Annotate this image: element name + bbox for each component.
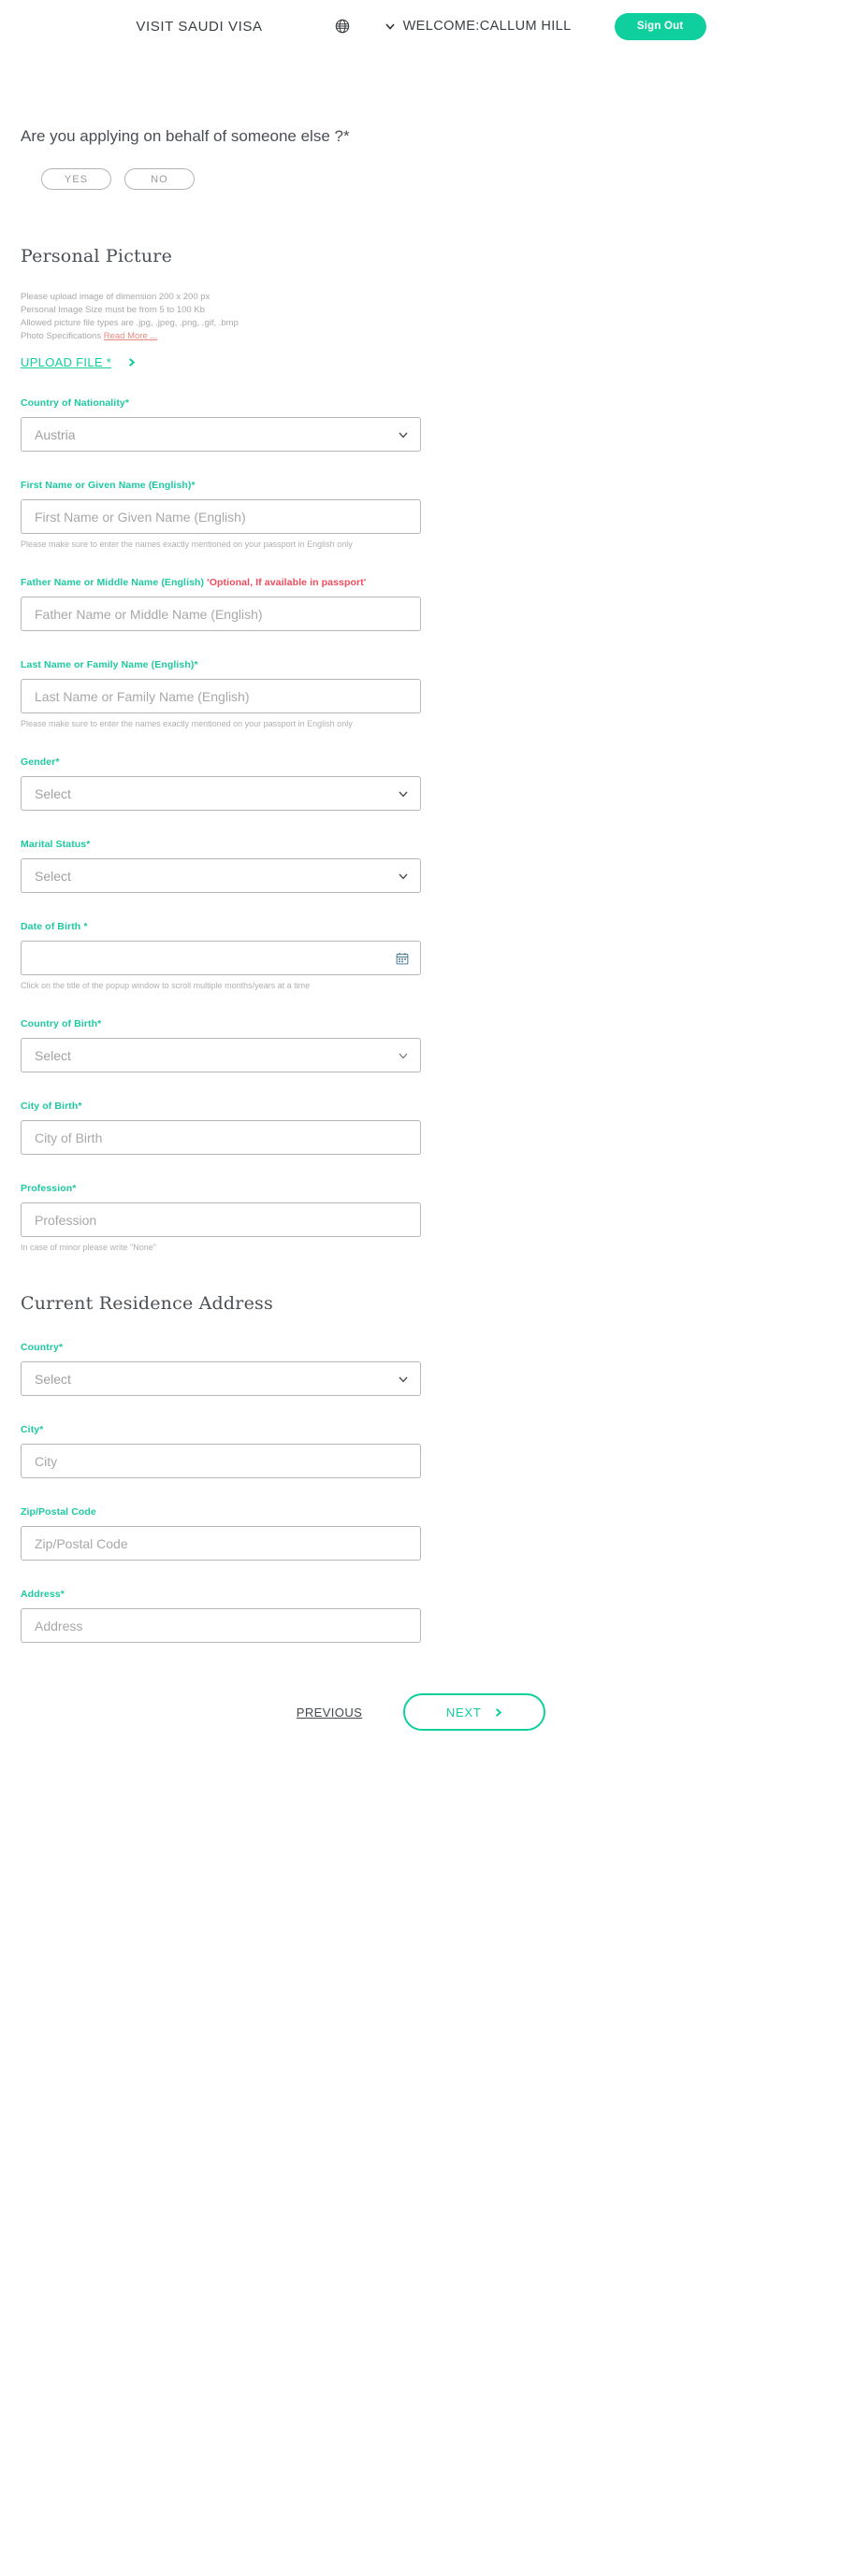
chevron-right-icon [495, 1707, 501, 1717]
chevron-down-icon [399, 791, 408, 798]
globe-icon [335, 19, 349, 34]
field-address: Address* Address [21, 1589, 750, 1644]
country-of-nationality-label: Country of Nationality* [21, 397, 130, 410]
country-of-nationality-select[interactable]: Austria [21, 417, 421, 453]
father-name-label-main: Father Name or Middle Name (English) [21, 577, 208, 589]
form-navigation: PREVIOUS NEXT [0, 1693, 842, 1732]
field-zip-postal-code: Zip/Postal Code Zip/Postal Code [21, 1506, 750, 1561]
first-name-helper: Please make sure to enter the names exac… [21, 540, 353, 550]
chevron-down-icon [385, 23, 395, 30]
father-name-optional-note: 'Optional, If available in passport' [207, 577, 367, 589]
first-name-label: First Name or Given Name (English)* [21, 480, 196, 492]
address-label: Address* [21, 1589, 65, 1601]
behalf-no-button[interactable]: NO [124, 168, 195, 190]
application-form: Are you applying on behalf of someone el… [0, 127, 842, 1732]
welcome-label: WELCOME:CALLUM HILL [402, 19, 572, 34]
next-button-label: NEXT [445, 1705, 482, 1720]
sign-out-button[interactable]: Sign Out [614, 12, 706, 40]
residence-country-label: Country* [21, 1342, 64, 1354]
photo-hint-specs: Photo Specifications Read More ... [21, 330, 750, 343]
chevron-down-icon [399, 1053, 408, 1059]
marital-status-label: Marital Status* [21, 839, 91, 851]
field-profession: Profession* Profession In case of minor … [21, 1183, 750, 1252]
next-button[interactable]: NEXT [403, 1693, 546, 1732]
profession-helper: In case of minor please write "None" [21, 1243, 156, 1253]
photo-hint-dimension: Please upload image of dimension 200 x 2… [21, 292, 210, 302]
photo-specs-prefix: Photo Specifications [21, 331, 104, 342]
marital-status-value: Select [35, 868, 71, 884]
residence-section-title: Current Residence Address [21, 1293, 273, 1315]
city-of-birth-input[interactable]: City of Birth [21, 1120, 421, 1156]
residence-city-label: City* [21, 1424, 44, 1436]
behalf-options: YES NO [41, 168, 750, 190]
field-city-of-birth: City of Birth* City of Birth [21, 1101, 750, 1156]
address-placeholder: Address [35, 1618, 83, 1633]
behalf-yes-button[interactable]: YES [41, 168, 111, 190]
upload-file-link[interactable]: UPLOAD FILE * [21, 355, 111, 369]
profession-label: Profession* [21, 1183, 77, 1195]
last-name-helper: Please make sure to enter the names exac… [21, 719, 353, 729]
gender-value: Select [35, 785, 71, 801]
city-of-birth-label: City of Birth* [21, 1101, 82, 1113]
field-first-name: First Name or Given Name (English)* Firs… [21, 480, 750, 549]
father-name-placeholder: Father Name or Middle Name (English) [35, 606, 263, 622]
profession-placeholder: Profession [35, 1212, 97, 1228]
gender-label: Gender* [21, 756, 60, 769]
photo-hint-size: Personal Image Size must be from 5 to 10… [21, 305, 205, 316]
upload-file-row[interactable]: UPLOAD FILE * [21, 355, 750, 369]
city-of-birth-placeholder: City of Birth [35, 1130, 103, 1145]
photo-hint-types: Allowed picture file types are .jpg, .jp… [21, 318, 239, 329]
residence-country-select[interactable]: Select [21, 1361, 421, 1397]
profession-input[interactable]: Profession [21, 1202, 421, 1238]
chevron-down-icon [399, 873, 408, 880]
calendar-icon[interactable] [396, 952, 409, 965]
last-name-placeholder: Last Name or Family Name (English) [35, 688, 250, 704]
date-of-birth-label: Date of Birth * [21, 921, 88, 933]
first-name-input[interactable]: First Name or Given Name (English) [21, 499, 421, 535]
country-of-birth-label: Country of Birth* [21, 1018, 102, 1030]
field-country-of-birth: Country of Birth* Select [21, 1018, 750, 1073]
last-name-label: Last Name or Family Name (English)* [21, 659, 198, 671]
field-date-of-birth: Date of Birth * Click on the title of th… [21, 921, 750, 990]
zip-postal-code-label: Zip/Postal Code [21, 1506, 96, 1518]
site-header: VISIT SAUDI VISA WELCOME:CALLUM HILL Sig… [0, 0, 842, 52]
field-country-of-nationality: Country of Nationality* Austria [21, 397, 750, 453]
photo-requirements: Please upload image of dimension 200 x 2… [21, 291, 750, 343]
field-residence-city: City* City [21, 1424, 750, 1479]
field-residence-country: Country* Select [21, 1342, 750, 1397]
residence-city-input[interactable]: City [21, 1444, 421, 1479]
chevron-right-icon [129, 358, 136, 367]
previous-button[interactable]: PREVIOUS [297, 1705, 362, 1720]
field-gender: Gender* Select [21, 756, 750, 812]
marital-status-select[interactable]: Select [21, 858, 421, 894]
language-selector[interactable] [334, 18, 351, 35]
user-menu[interactable]: WELCOME:CALLUM HILL [385, 19, 572, 34]
country-of-nationality-value: Austria [35, 426, 76, 442]
chevron-down-icon [399, 1376, 408, 1383]
field-father-name: Father Name or Middle Name (English) 'Op… [21, 577, 750, 632]
father-name-input[interactable]: Father Name or Middle Name (English) [21, 597, 421, 632]
last-name-input[interactable]: Last Name or Family Name (English) [21, 679, 421, 714]
date-of-birth-input[interactable] [21, 941, 421, 976]
country-of-birth-value: Select [35, 1047, 71, 1063]
brand-title: VISIT SAUDI VISA [136, 18, 263, 35]
field-marital-status: Marital Status* Select [21, 839, 750, 894]
residence-country-value: Select [35, 1371, 71, 1387]
residence-city-placeholder: City [35, 1453, 58, 1469]
zip-postal-code-input[interactable]: Zip/Postal Code [21, 1526, 421, 1561]
field-last-name: Last Name or Family Name (English)* Last… [21, 659, 750, 728]
zip-postal-code-placeholder: Zip/Postal Code [35, 1535, 128, 1551]
address-input[interactable]: Address [21, 1608, 421, 1644]
first-name-placeholder: First Name or Given Name (English) [35, 509, 246, 525]
country-of-birth-select[interactable]: Select [21, 1038, 421, 1073]
father-name-label: Father Name or Middle Name (English) 'Op… [21, 577, 750, 588]
read-more-link[interactable]: Read More ... [104, 331, 158, 341]
personal-picture-title: Personal Picture [21, 246, 173, 266]
chevron-down-icon [399, 432, 408, 439]
date-of-birth-helper: Click on the title of the popup window t… [21, 981, 311, 991]
behalf-question: Are you applying on behalf of someone el… [21, 127, 350, 145]
gender-select[interactable]: Select [21, 776, 421, 812]
